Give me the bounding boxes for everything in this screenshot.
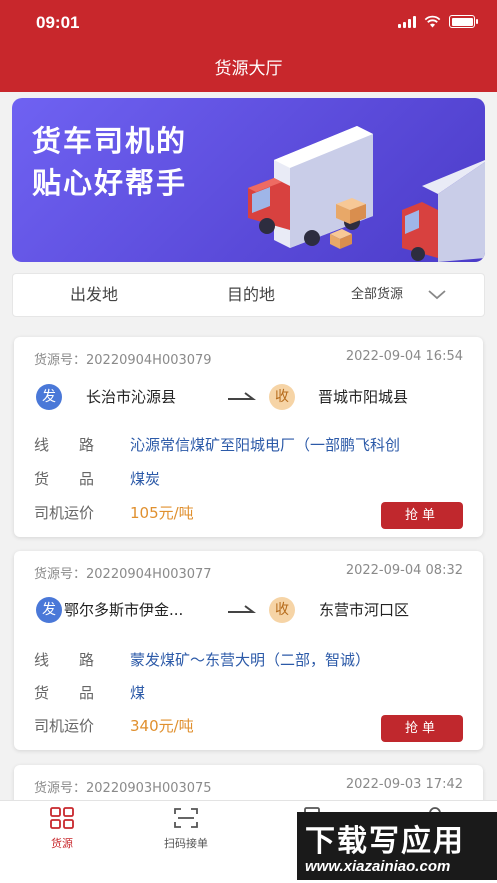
status-time: 09:01 (36, 13, 80, 32)
goods-label: 货 品 (34, 684, 95, 702)
freight-label: 司机运价 (34, 504, 95, 522)
cargo-time: 2022-09-04 08:32 (345, 563, 463, 578)
battery-icon (449, 15, 478, 28)
chevron-down-icon[interactable] (427, 289, 447, 301)
wifi-icon (424, 15, 441, 28)
destination-tag: 收 (269, 384, 295, 410)
origin-filter[interactable]: 出发地 (70, 274, 118, 316)
watermark-url: www.xiazainiao.com (305, 858, 451, 875)
route-row: 发 鄂尔多斯市伊金... 收 东营市河口区 (34, 596, 474, 624)
status-icons (398, 15, 478, 28)
route-value: 蒙发煤矿～东营大明（二部，智诚） (130, 651, 371, 669)
goods-label: 货 品 (34, 470, 95, 488)
grid-icon (50, 807, 74, 829)
origin-place: 鄂尔多斯市伊金... (64, 601, 184, 619)
watermark-logo: 下载写应用 www.xiazainiao.com (297, 812, 497, 880)
origin-tag: 发 (36, 384, 62, 410)
origin-place: 长治市沁源县 (86, 388, 177, 406)
cargo-type-filter[interactable]: 全部货源 (351, 274, 403, 316)
destination-filter[interactable]: 目的地 (227, 274, 275, 316)
route-row: 发 长治市沁源县 收 晋城市阳城县 (34, 383, 474, 411)
scan-icon (174, 808, 198, 828)
arrow-right-icon (228, 392, 256, 400)
goods-value: 煤炭 (130, 470, 161, 488)
freight-value: 105元/吨 (130, 504, 194, 522)
filter-bar: 出发地 目的地 全部货源 (12, 273, 485, 317)
arrow-right-icon (228, 605, 256, 613)
route-info: 线 路 蒙发煤矿～东营大明（二部，智诚） (34, 648, 464, 672)
tab-scan-label: 扫码接单 (164, 837, 208, 850)
cargo-number: 货源号：20220904H003077 (34, 567, 212, 582)
origin-tag: 发 (36, 597, 62, 623)
cargo-time: 2022-09-04 16:54 (345, 349, 463, 364)
goods-value: 煤 (130, 684, 146, 702)
route-label: 线 路 (34, 436, 95, 454)
destination-place: 晋城市阳城县 (318, 388, 409, 406)
truck-illustration (248, 126, 485, 262)
nav-bar: 货源大厅 (0, 46, 497, 92)
route-info: 线 路 沁源常信煤矿至阳城电厂（一部鹏飞科创 (34, 433, 464, 457)
grab-order-button[interactable]: 抢单 (381, 715, 463, 742)
promo-banner[interactable]: 货车司机的 贴心好帮手 (12, 98, 485, 262)
watermark-title: 下载写应用 (305, 824, 465, 859)
cargo-number: 货源号：20220903H003075 (34, 781, 212, 796)
cargo-card[interactable]: 货源号：20220904H003079 2022-09-04 16:54 发 长… (14, 337, 483, 537)
goods-info: 货 品 煤 (34, 681, 464, 705)
destination-place: 东营市河口区 (319, 601, 410, 619)
freight-info: 司机运价 105元/吨 (34, 501, 364, 525)
tab-cargo[interactable]: 货源 (22, 807, 102, 851)
tab-cargo-label: 货源 (51, 837, 73, 850)
status-bar: 09:01 (0, 0, 497, 46)
destination-tag: 收 (269, 597, 295, 623)
page-title: 货源大厅 (214, 59, 283, 79)
cargo-number: 货源号：20220904H003079 (34, 353, 212, 368)
tab-scan[interactable]: 扫码接单 (146, 807, 226, 851)
freight-value: 340元/吨 (130, 717, 194, 735)
goods-info: 货 品 煤炭 (34, 467, 464, 491)
grab-order-button[interactable]: 抢单 (381, 502, 463, 529)
freight-info: 司机运价 340元/吨 (34, 714, 364, 738)
signal-icon (398, 15, 416, 28)
freight-label: 司机运价 (34, 717, 95, 735)
cargo-time: 2022-09-03 17:42 (345, 777, 463, 792)
cargo-card[interactable]: 货源号：20220904H003077 2022-09-04 08:32 发 鄂… (14, 551, 483, 750)
route-label: 线 路 (34, 651, 95, 669)
route-value: 沁源常信煤矿至阳城电厂（一部鹏飞科创 (130, 436, 401, 454)
